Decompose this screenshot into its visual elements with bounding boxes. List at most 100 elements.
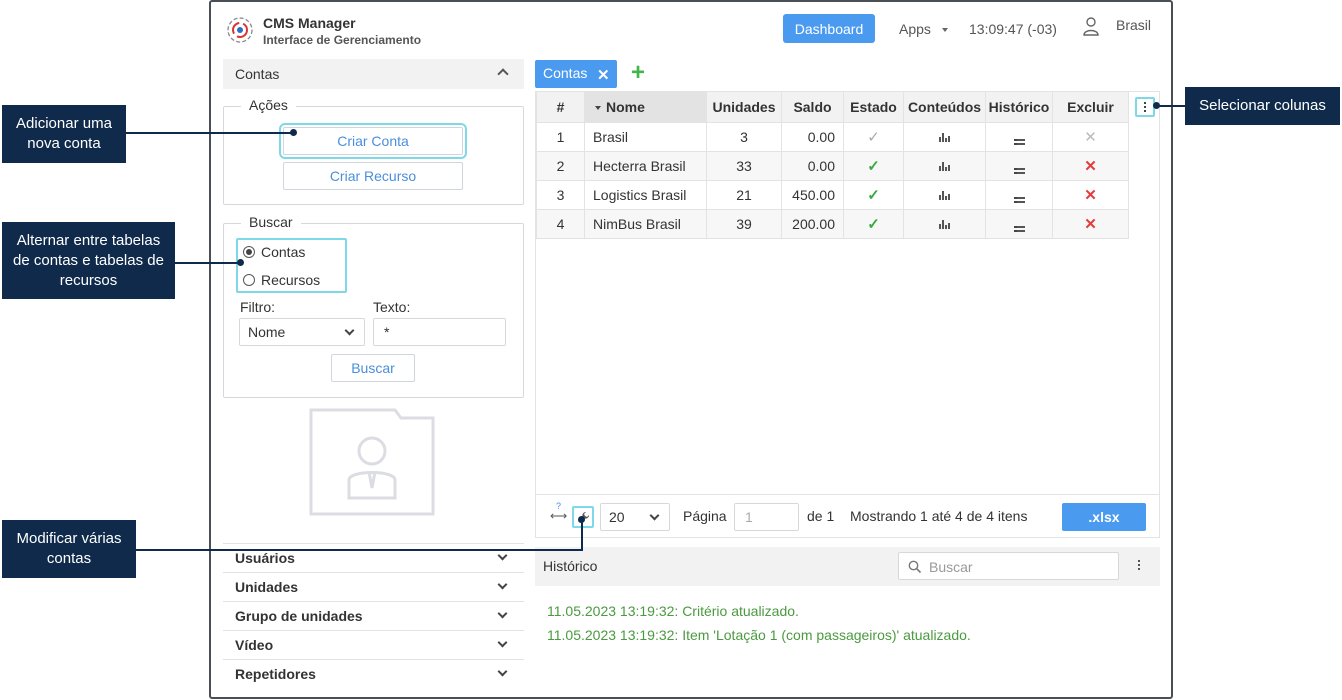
table-row[interactable]: 3 Logistics Brasil 21 450.00 ✓ ✕ [536, 179, 1129, 210]
bar-chart-icon[interactable] [939, 161, 950, 171]
accordion-unit-groups[interactable]: Grupo de unidades [223, 601, 524, 630]
radio-resources[interactable]: Recursos [243, 272, 320, 288]
callout-line [175, 262, 241, 264]
col-header-delete[interactable]: Excluir [1052, 92, 1129, 123]
cell-contents [903, 208, 986, 239]
list-icon[interactable] [1013, 226, 1025, 232]
bar-chart-icon[interactable] [939, 132, 950, 142]
select-columns-icon[interactable] [1135, 97, 1155, 117]
col-header-name[interactable]: Nome [584, 92, 707, 123]
chevron-down-icon [344, 325, 355, 336]
accounts-table-panel: # Nome Unidades Saldo Estado Conteúdos H… [535, 91, 1160, 538]
page-size-select[interactable]: 20 [600, 503, 670, 531]
app-title: CMS Manager [263, 15, 356, 31]
cell-delete: ✕ [1052, 150, 1129, 181]
col-header-name-label: Nome [606, 98, 645, 115]
cell-index: 1 [536, 121, 585, 152]
search-group: Buscar Contas Recursos Filtro: Texto: No… [223, 214, 524, 398]
list-icon[interactable] [1013, 168, 1025, 174]
page-number-input[interactable]: 1 [734, 503, 799, 531]
cell-units: 33 [706, 150, 782, 181]
callout-modify-accounts: Modificar várias contas [2, 520, 136, 578]
search-button[interactable]: Buscar [331, 354, 415, 382]
page-size-value: 20 [609, 509, 625, 525]
close-icon[interactable]: ✕ [597, 66, 610, 84]
delete-icon[interactable]: ✕ [1084, 187, 1097, 204]
cell-contents [903, 121, 986, 152]
cell-name[interactable]: Brasil [584, 121, 707, 152]
history-entry: 11.05.2023 13:19:32: Critério atualizado… [547, 603, 799, 619]
accordion-users[interactable]: Usuários [223, 543, 524, 572]
user-icon[interactable] [1082, 16, 1100, 36]
col-header-balance[interactable]: Saldo [781, 92, 844, 123]
cell-status: ✓ [843, 179, 904, 210]
chevron-up-icon[interactable] [497, 68, 509, 80]
apps-caret-icon[interactable] [942, 28, 948, 32]
check-icon[interactable]: ✓ [867, 216, 880, 233]
list-icon[interactable] [1013, 197, 1025, 203]
tab-contas[interactable]: Contas ✕ [535, 60, 617, 88]
accordion-users-label: Usuários [235, 550, 295, 566]
create-account-button[interactable]: Criar Conta [279, 123, 467, 159]
col-header-contents[interactable]: Conteúdos [903, 92, 986, 123]
cell-balance: 0.00 [781, 150, 844, 181]
callout-add-account: Adicionar uma nova conta [2, 105, 126, 163]
bar-chart-icon[interactable] [939, 219, 950, 229]
cell-balance: 450.00 [781, 179, 844, 210]
apps-menu[interactable]: Apps [899, 21, 931, 37]
cell-contents [903, 150, 986, 181]
col-header-history[interactable]: Histórico [985, 92, 1053, 123]
add-tab-icon[interactable]: + [631, 60, 645, 86]
cell-contents [903, 179, 986, 210]
delete-icon[interactable]: ✕ [1084, 216, 1097, 233]
table-row[interactable]: 1 Brasil 3 0.00 ✓ ✕ [536, 121, 1129, 152]
radio-unchecked-icon[interactable] [243, 274, 255, 286]
accordion-video[interactable]: Vídeo [223, 630, 524, 659]
callout-line [1156, 105, 1185, 107]
cell-status: ✓ [843, 208, 904, 239]
check-icon[interactable]: ✓ [867, 187, 880, 204]
cell-delete: ✕ [1052, 179, 1129, 210]
check-icon[interactable]: ✓ [867, 129, 880, 146]
table-row[interactable]: 4 NimBus Brasil 39 200.00 ✓ ✕ [536, 208, 1129, 239]
cell-name[interactable]: Logistics Brasil [584, 179, 707, 210]
col-header-index[interactable]: # [536, 92, 585, 123]
callout-toggle-tables: Alternar entre tabelas de contas e tabel… [2, 222, 175, 299]
chevron-down-icon [497, 666, 508, 677]
create-resource-button[interactable]: Criar Recurso [283, 162, 463, 190]
history-search-input[interactable]: Buscar [898, 552, 1119, 580]
history-menu-icon[interactable] [1138, 560, 1140, 570]
accordion-repeaters[interactable]: Repetidores [223, 659, 524, 688]
check-icon[interactable]: ✓ [867, 158, 880, 175]
cell-history [985, 208, 1053, 239]
export-xlsx-button[interactable]: .xlsx [1062, 503, 1146, 531]
text-label: Texto: [373, 299, 411, 315]
accounts-table: # Nome Unidades Saldo Estado Conteúdos H… [536, 92, 1129, 239]
table-row[interactable]: 2 Hecterra Brasil 33 0.00 ✓ ✕ [536, 150, 1129, 181]
cell-units: 3 [706, 121, 782, 152]
accordion-unit-groups-label: Grupo de unidades [235, 608, 363, 624]
cell-name[interactable]: Hecterra Brasil [584, 150, 707, 181]
fit-columns-icon[interactable]: ? ⟷ [550, 501, 567, 523]
delete-icon[interactable]: ✕ [1084, 158, 1097, 175]
col-header-units[interactable]: Unidades [706, 92, 782, 123]
radio-checked-icon[interactable] [243, 246, 255, 258]
cell-name[interactable]: NimBus Brasil [584, 208, 707, 239]
delete-icon[interactable]: ✕ [1084, 129, 1097, 146]
search-legend: Buscar [241, 214, 301, 230]
dashboard-button[interactable]: Dashboard [783, 14, 875, 43]
accordion-units[interactable]: Unidades [223, 572, 524, 601]
cell-balance: 0.00 [781, 121, 844, 152]
accordion-video-label: Vídeo [235, 637, 274, 653]
contas-panel-header[interactable]: Contas [223, 59, 524, 89]
cell-units: 39 [706, 208, 782, 239]
bar-chart-icon[interactable] [939, 190, 950, 200]
radio-accounts-label: Contas [261, 244, 306, 260]
list-icon[interactable] [1013, 139, 1025, 145]
user-name[interactable]: Brasil [1116, 17, 1151, 33]
text-input[interactable]: * [373, 318, 506, 346]
col-header-status[interactable]: Estado [843, 92, 904, 123]
radio-accounts[interactable]: Contas [243, 244, 305, 260]
filter-select[interactable]: Nome [239, 318, 365, 346]
actions-group: Ações Criar Conta Criar Recurso [223, 97, 524, 205]
